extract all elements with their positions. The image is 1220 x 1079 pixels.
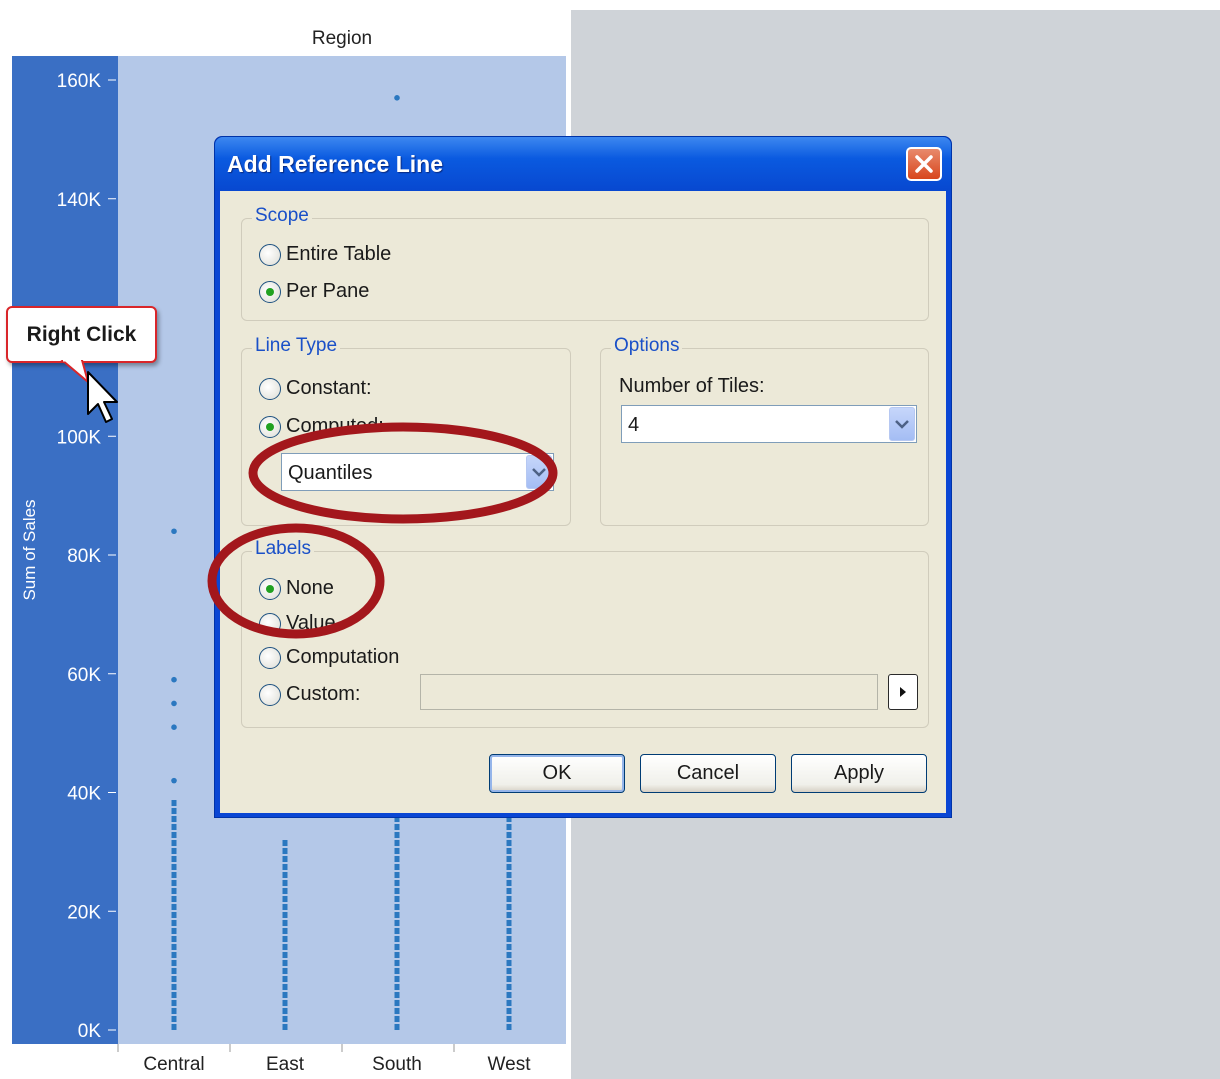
line-type-legend: Line Type bbox=[252, 335, 341, 357]
y-tick-label: 100K bbox=[57, 427, 102, 448]
dropdown-button[interactable] bbox=[526, 455, 552, 489]
dropdown-button[interactable] bbox=[889, 407, 915, 441]
ok-button-label: OK bbox=[542, 762, 572, 784]
radio-value[interactable]: Value bbox=[259, 612, 336, 635]
data-point bbox=[171, 724, 177, 730]
radio-checked-icon bbox=[259, 577, 281, 600]
data-point bbox=[171, 676, 177, 683]
data-point bbox=[394, 95, 400, 101]
data-point bbox=[171, 528, 177, 535]
apply-button-label: Apply bbox=[833, 762, 885, 784]
number-of-tiles-label: Number of Tiles: bbox=[619, 375, 765, 397]
insert-field-button[interactable] bbox=[888, 674, 918, 710]
dialog-titlebar[interactable]: Add Reference Line bbox=[215, 137, 951, 191]
y-tick-label: 140K bbox=[57, 190, 102, 211]
radio-label: Entire Table bbox=[286, 243, 392, 265]
radio-label: Computation bbox=[286, 646, 400, 668]
radio-none[interactable]: None bbox=[259, 577, 334, 600]
chevron-down-icon bbox=[895, 420, 909, 429]
y-tick-label: 60K bbox=[67, 665, 101, 686]
add-reference-line-dialog: Add Reference Line Scope Entire Table Pe… bbox=[214, 136, 952, 818]
x-category-label: Central bbox=[143, 1054, 204, 1075]
y-tick-label: 80K bbox=[67, 546, 101, 567]
radio-checked-icon bbox=[259, 280, 281, 303]
radio-label: Value bbox=[286, 612, 336, 634]
chevron-down-icon bbox=[532, 468, 546, 477]
options-legend: Options bbox=[611, 335, 683, 357]
x-category-label: South bbox=[372, 1054, 422, 1075]
radio-label: Computed: bbox=[286, 415, 384, 437]
x-category-label: East bbox=[266, 1054, 305, 1075]
radio-computation[interactable]: Computation bbox=[259, 646, 399, 669]
region-header: Region bbox=[312, 28, 372, 49]
cancel-button[interactable]: Cancel bbox=[640, 754, 776, 793]
radio-icon bbox=[259, 683, 281, 706]
mouse-pointer-icon bbox=[87, 371, 118, 423]
radio-constant[interactable]: Constant: bbox=[259, 377, 372, 400]
dropdown-value: 4 bbox=[628, 414, 640, 436]
computed-type-dropdown[interactable]: Quantiles bbox=[281, 453, 554, 491]
radio-computed[interactable]: Computed: bbox=[259, 415, 384, 438]
radio-label: Per Pane bbox=[286, 280, 370, 302]
radio-label: Constant: bbox=[286, 377, 372, 399]
y-tick-label: 20K bbox=[67, 902, 101, 923]
radio-label: Custom: bbox=[286, 683, 361, 705]
dialog-body: Scope Entire Table Per Pane Line Type Co… bbox=[220, 191, 946, 813]
close-icon bbox=[915, 155, 933, 173]
close-button[interactable] bbox=[906, 147, 942, 181]
data-point bbox=[171, 700, 177, 707]
y-axis-ticks: 0K20K40K60K80K100K120K140K160K bbox=[57, 71, 116, 1042]
dropdown-value: Quantiles bbox=[288, 462, 373, 484]
dialog-title: Add Reference Line bbox=[227, 151, 443, 177]
radio-icon bbox=[259, 243, 281, 266]
radio-custom[interactable]: Custom: bbox=[259, 683, 360, 706]
radio-icon bbox=[259, 377, 281, 400]
number-of-tiles-dropdown[interactable]: 4 bbox=[621, 405, 917, 443]
radio-per-pane[interactable]: Per Pane bbox=[259, 280, 369, 303]
y-tick-label: 40K bbox=[67, 784, 101, 805]
radio-icon bbox=[259, 612, 281, 635]
right-click-callout: Right Click bbox=[6, 306, 157, 363]
x-category-label: West bbox=[488, 1054, 532, 1075]
cancel-button-label: Cancel bbox=[676, 762, 740, 784]
radio-icon bbox=[259, 646, 281, 669]
y-axis-title: Sum of Sales bbox=[20, 499, 39, 600]
labels-legend: Labels bbox=[252, 538, 314, 560]
data-point bbox=[171, 777, 177, 784]
scope-group: Scope bbox=[241, 205, 929, 321]
radio-label: None bbox=[286, 577, 334, 599]
x-axis-ticks: Central East South West bbox=[117, 1044, 532, 1075]
screenshot-stage: Region Sum of Sales 0K20K40K60K80K100K12… bbox=[0, 0, 1220, 1079]
scope-legend: Scope bbox=[252, 205, 312, 227]
ok-button[interactable]: OK bbox=[489, 754, 625, 793]
custom-label-field bbox=[420, 674, 878, 710]
y-tick-label: 160K bbox=[57, 71, 102, 92]
radio-entire-table[interactable]: Entire Table bbox=[259, 243, 391, 266]
radio-checked-icon bbox=[259, 415, 281, 438]
callout-text: Right Click bbox=[26, 322, 137, 346]
triangle-right-icon bbox=[900, 687, 906, 697]
y-tick-label: 0K bbox=[78, 1021, 102, 1042]
apply-button[interactable]: Apply bbox=[791, 754, 927, 793]
